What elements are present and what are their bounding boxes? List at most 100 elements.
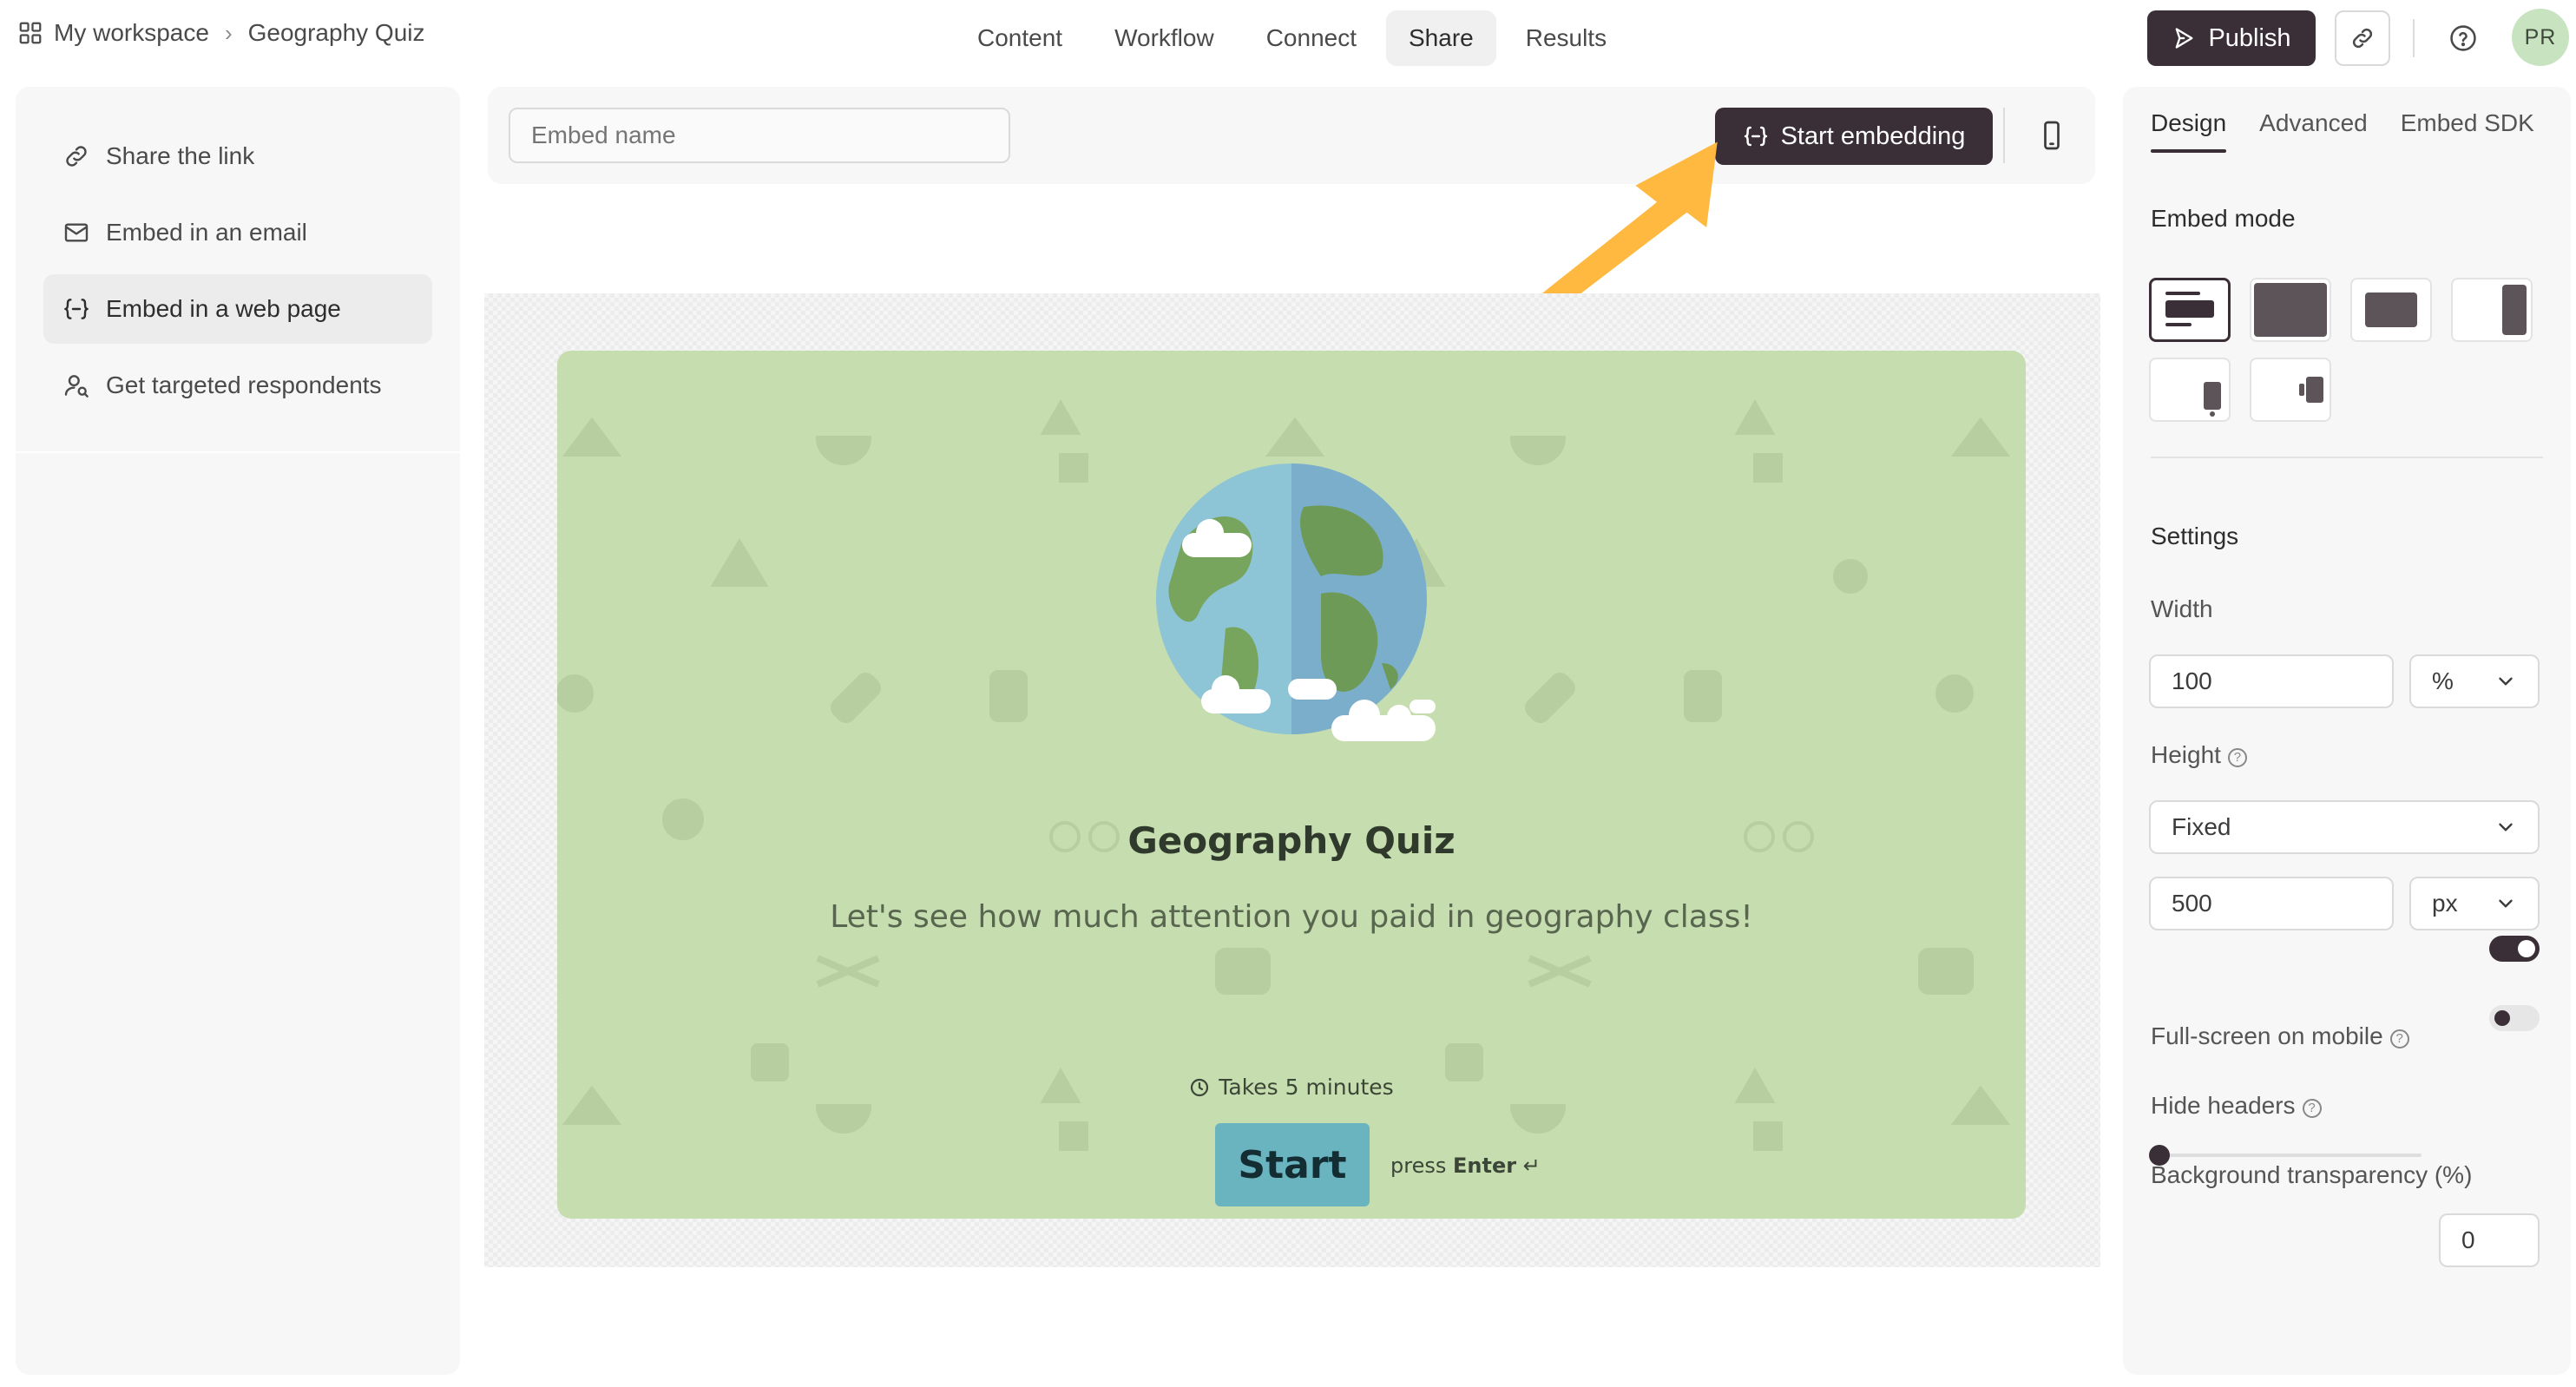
breadcrumb: My workspace › Geography Quiz bbox=[17, 19, 425, 47]
hide-headers-label: Hide headers? bbox=[2151, 1092, 2322, 1120]
sidebar-item-share-link[interactable]: Share the link bbox=[43, 122, 432, 191]
fullscreen-mobile-toggle[interactable] bbox=[2489, 936, 2540, 962]
full-page-embed-icon bbox=[2254, 283, 2327, 337]
clock-icon bbox=[1191, 1078, 1209, 1096]
breadcrumb-workspace[interactable]: My workspace bbox=[54, 19, 209, 47]
sidebar-item-targeted-respondents[interactable]: Get targeted respondents bbox=[43, 351, 432, 420]
embed-name-input[interactable] bbox=[509, 108, 1010, 163]
tab-workflow[interactable]: Workflow bbox=[1092, 10, 1237, 66]
quiz-duration: Takes 5 minutes bbox=[557, 1075, 2026, 1100]
send-icon bbox=[2176, 28, 2193, 49]
height-unit-select[interactable]: px bbox=[2409, 877, 2540, 930]
height-mode-value: Fixed bbox=[2172, 813, 2231, 840]
sidebar-item-label: Get targeted respondents bbox=[106, 371, 382, 398]
transparency-slider-track[interactable] bbox=[2152, 1154, 2422, 1157]
quiz-subtitle: Let's see how much attention you paid in… bbox=[830, 899, 1753, 935]
settings-heading: Settings bbox=[2151, 523, 2239, 549]
height-mode-select[interactable]: Fixed bbox=[2149, 800, 2540, 854]
mobile-preview-button[interactable] bbox=[2033, 116, 2071, 154]
transparency-slider-thumb[interactable] bbox=[2149, 1145, 2170, 1166]
sidebar-item-label: Embed in a web page bbox=[106, 295, 341, 322]
tab-embed-sdk[interactable]: Embed SDK bbox=[2401, 109, 2534, 153]
popover-embed-icon bbox=[2204, 382, 2221, 417]
link-icon bbox=[2352, 28, 2373, 49]
main-tabs: Content Workflow Connect Share Results bbox=[955, 10, 1629, 66]
hide-headers-text: Hide headers bbox=[2151, 1092, 2296, 1119]
embed-mode-standard[interactable] bbox=[2149, 278, 2231, 342]
width-label: Width bbox=[2151, 595, 2213, 622]
code-braces-icon bbox=[64, 299, 89, 319]
embed-mode-popup[interactable] bbox=[2350, 278, 2432, 342]
start-embedding-button[interactable]: Start embedding bbox=[1715, 108, 1993, 165]
height-unit-value: px bbox=[2432, 890, 2458, 917]
embed-toolbar: Start embedding bbox=[488, 87, 2095, 184]
person-search-icon bbox=[64, 375, 89, 398]
sidebar-item-label: Share the link bbox=[106, 142, 255, 169]
embed-mode-heading: Embed mode bbox=[2151, 205, 2296, 232]
envelope-icon bbox=[64, 223, 89, 242]
quiz-duration-text: Takes 5 minutes bbox=[1219, 1075, 1394, 1100]
publish-label: Publish bbox=[2208, 23, 2291, 52]
sidebar-item-label: Embed in an email bbox=[106, 219, 307, 246]
hint-prefix: press bbox=[1390, 1154, 1447, 1178]
share-options-sidebar: Share the link Embed in an email Embed i… bbox=[16, 87, 460, 1375]
width-unit-value: % bbox=[2432, 667, 2454, 694]
quiz-welcome-screen: Geography Quiz Let's see how much attent… bbox=[557, 351, 2026, 1219]
start-embedding-label: Start embedding bbox=[1780, 122, 1966, 150]
top-bar: My workspace › Geography Quiz Content Wo… bbox=[0, 0, 2576, 76]
tab-share[interactable]: Share bbox=[1386, 10, 1496, 66]
grid-icon[interactable] bbox=[17, 20, 43, 46]
height-help-icon[interactable]: ? bbox=[2227, 748, 2247, 767]
sidebar-divider bbox=[16, 451, 460, 453]
slider-embed-icon bbox=[2502, 285, 2527, 335]
chevron-down-icon bbox=[2499, 823, 2513, 832]
width-value: 100 bbox=[2172, 667, 2212, 694]
height-value: 500 bbox=[2172, 890, 2212, 917]
avatar[interactable]: PR bbox=[2512, 9, 2569, 66]
embed-preview-area: Geography Quiz Let's see how much attent… bbox=[484, 293, 2100, 1267]
link-icon bbox=[66, 146, 87, 167]
fullscreen-help-icon[interactable]: ? bbox=[2389, 1029, 2409, 1048]
publish-button[interactable]: Publish bbox=[2147, 10, 2316, 66]
header-divider bbox=[2413, 19, 2415, 57]
side-tab-embed-icon bbox=[2299, 377, 2323, 403]
background-transparency-label: Background transparency (%) bbox=[2151, 1161, 2473, 1188]
height-input[interactable]: 500 bbox=[2149, 877, 2394, 930]
embed-mode-full-page[interactable] bbox=[2250, 278, 2331, 342]
breadcrumb-form-title[interactable]: Geography Quiz bbox=[248, 19, 425, 47]
embed-mode-popover[interactable] bbox=[2149, 358, 2231, 422]
tab-design[interactable]: Design bbox=[2151, 109, 2227, 153]
height-label-text: Height bbox=[2151, 741, 2221, 768]
sidebar-item-embed-email[interactable]: Embed in an email bbox=[43, 198, 432, 267]
tab-connect[interactable]: Connect bbox=[1244, 10, 1379, 66]
popup-embed-icon bbox=[2365, 293, 2417, 327]
copy-link-button[interactable] bbox=[2335, 10, 2390, 66]
width-unit-select[interactable]: % bbox=[2409, 654, 2540, 708]
standard-embed-icon bbox=[2165, 292, 2214, 326]
hide-headers-toggle[interactable] bbox=[2489, 1005, 2540, 1031]
tab-advanced[interactable]: Advanced bbox=[2259, 109, 2368, 153]
fullscreen-mobile-text: Full-screen on mobile bbox=[2151, 1022, 2383, 1049]
toolbar-divider bbox=[2003, 108, 2005, 163]
fullscreen-mobile-label: Full-screen on mobile? bbox=[2151, 1022, 2409, 1050]
tab-content[interactable]: Content bbox=[955, 10, 1085, 66]
sidebar-item-embed-web-page[interactable]: Embed in a web page bbox=[43, 274, 432, 344]
transparency-input[interactable]: 0 bbox=[2439, 1213, 2540, 1267]
embed-mode-slider[interactable] bbox=[2451, 278, 2533, 342]
tab-results[interactable]: Results bbox=[1503, 10, 1629, 66]
height-label: Height? bbox=[2151, 741, 2247, 769]
chevron-down-icon bbox=[2499, 899, 2513, 908]
settings-tabs: Design Advanced Embed SDK bbox=[2151, 109, 2534, 153]
code-braces-icon bbox=[1744, 126, 1767, 147]
breadcrumb-separator: › bbox=[224, 19, 233, 46]
hide-headers-help-icon[interactable]: ? bbox=[2302, 1099, 2322, 1118]
embed-settings-panel: Design Advanced Embed SDK Embed mode Set… bbox=[2123, 87, 2571, 1375]
press-enter-hint: press Enter ↵ bbox=[1390, 1154, 1541, 1178]
quiz-title: Geography Quiz bbox=[1127, 819, 1456, 862]
width-input[interactable]: 100 bbox=[2149, 654, 2394, 708]
hint-key: Enter bbox=[1453, 1154, 1517, 1178]
help-button[interactable] bbox=[2444, 19, 2482, 57]
chevron-down-icon bbox=[2499, 677, 2513, 686]
quiz-start-button[interactable]: Start bbox=[1215, 1123, 1370, 1206]
embed-mode-side-tab[interactable] bbox=[2250, 358, 2331, 422]
